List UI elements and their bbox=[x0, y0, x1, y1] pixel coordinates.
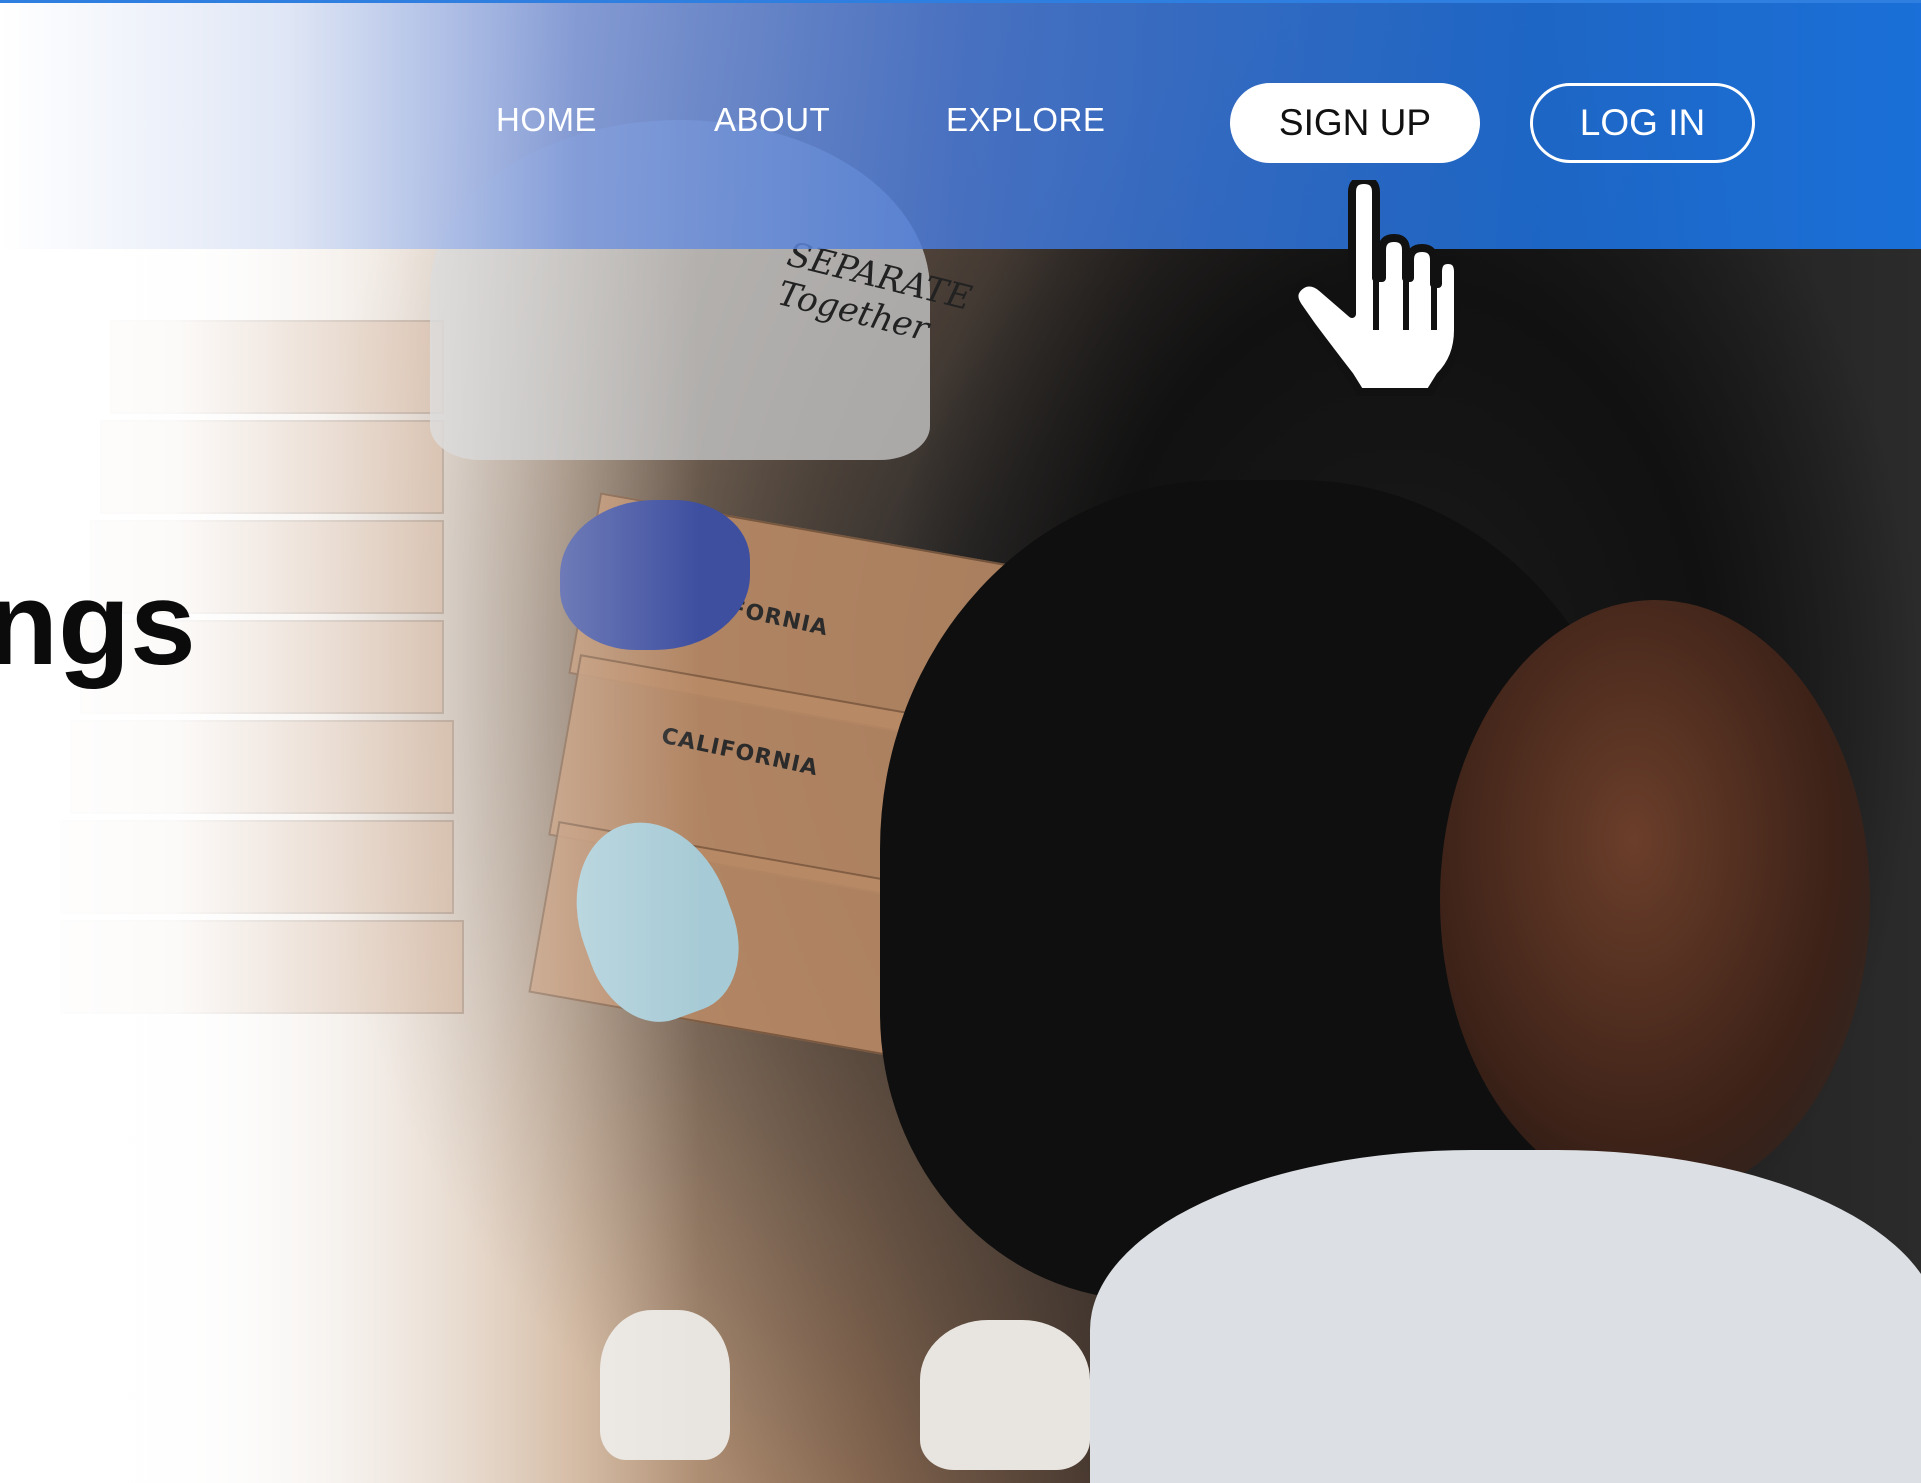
nav-about-link[interactable]: ABOUT bbox=[714, 101, 830, 139]
nav-home-link[interactable]: HOME bbox=[496, 101, 597, 139]
hero-headline: ngs bbox=[0, 558, 196, 690]
top-navigation-bar: HOME ABOUT EXPLORE SIGN UP LOG IN bbox=[0, 0, 1921, 249]
sneaker bbox=[920, 1320, 1090, 1470]
login-button[interactable]: LOG IN bbox=[1530, 83, 1755, 163]
landing-page: CALIFORNIA CALIFORNIA SEPARATE Together … bbox=[0, 0, 1921, 1483]
person-hair bbox=[1440, 600, 1870, 1200]
nav-explore-link[interactable]: EXPLORE bbox=[946, 101, 1105, 139]
signup-button[interactable]: SIGN UP bbox=[1230, 83, 1480, 163]
person-light-shirt bbox=[1090, 1150, 1921, 1483]
pointer-hand-icon bbox=[1290, 180, 1460, 396]
